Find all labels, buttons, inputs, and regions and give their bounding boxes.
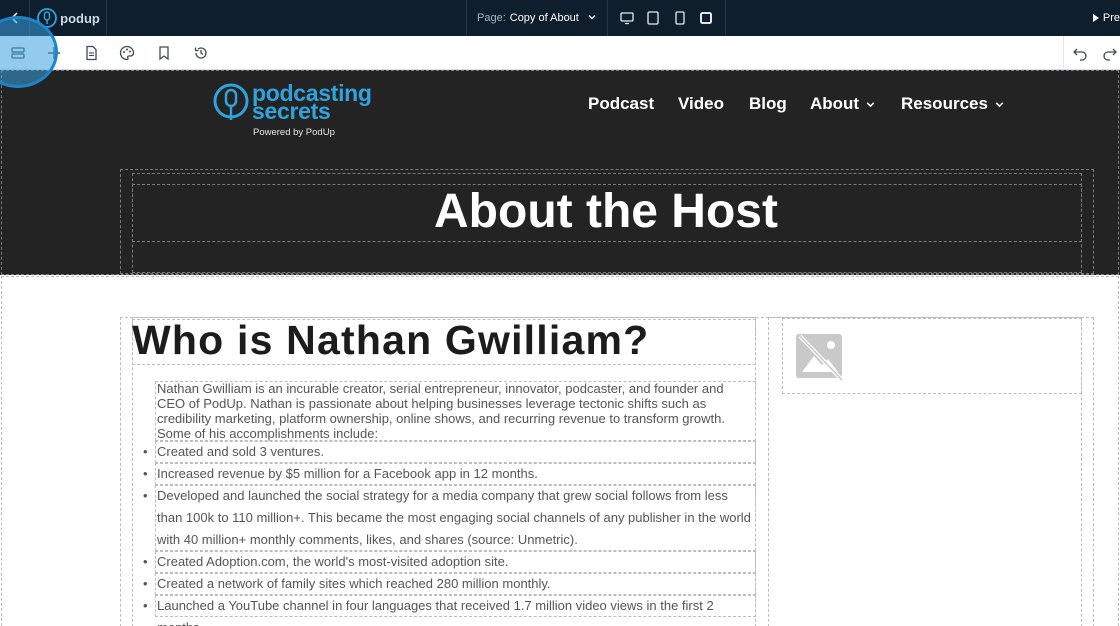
bookmark-icon [159, 46, 169, 61]
chevron-down-icon [995, 102, 1004, 108]
pages-icon [86, 45, 97, 61]
desktop-icon[interactable] [619, 10, 635, 26]
tablet-landscape-icon[interactable] [645, 10, 661, 26]
chevron-down-icon [588, 15, 596, 20]
palette-icon [119, 45, 135, 61]
list-item[interactable]: Increased revenue by $5 million for a Fa… [143, 463, 755, 485]
logo-powered-by: Powered by PodUp [253, 127, 335, 138]
page-selector[interactable]: Page: Copy of About [466, 0, 608, 36]
list-item[interactable]: Created a network of family sites which … [143, 573, 755, 595]
nav-resources[interactable]: Resources [901, 94, 1005, 114]
page-name: Copy of About [509, 12, 579, 24]
undo-icon [1073, 48, 1087, 61]
tablet-icon[interactable] [672, 10, 688, 26]
preview-button[interactable]: Pre [1086, 0, 1120, 36]
podup-wordmark: podup [60, 10, 100, 26]
play-icon [1092, 14, 1099, 22]
hero-title[interactable]: About the Host [132, 182, 1080, 240]
image-placeholder-icon[interactable] [794, 332, 846, 384]
theme-button[interactable] [109, 36, 145, 70]
list-item[interactable]: Developed and launched the social strate… [143, 485, 755, 551]
chevron-down-icon [866, 102, 875, 108]
editor-topbar: podup Page: Copy of About Pre [0, 0, 1120, 36]
hero-section[interactable]: podcasting secrets Powered by PodUp Podc… [0, 70, 1120, 275]
content-heading[interactable]: Who is Nathan Gwilliam? [132, 317, 649, 364]
redo-button[interactable] [1092, 36, 1120, 70]
history-icon [194, 47, 207, 59]
intro-paragraph[interactable]: Nathan Gwilliam is an incurable creator,… [157, 381, 755, 441]
nav-about[interactable]: About [810, 94, 876, 114]
bookmarks-button[interactable] [146, 36, 182, 70]
page-label: Page: [477, 12, 506, 24]
nav-about-label: About [810, 94, 860, 113]
device-switcher [608, 0, 726, 36]
nav-podcast[interactable]: Podcast [588, 94, 654, 114]
editor-toolbar [0, 36, 1120, 70]
nav-blog[interactable]: Blog [749, 94, 787, 114]
site-logo[interactable]: podcasting secrets Powered by PodUp [212, 80, 372, 138]
list-item[interactable]: Created Adoption.com, the world's most-v… [143, 551, 755, 573]
list-item[interactable]: Created and sold 3 ventures. [143, 441, 755, 463]
redo-icon [1103, 48, 1117, 61]
preview-label: Pre [1102, 12, 1120, 24]
nav-video[interactable]: Video [678, 94, 724, 114]
microphone-logo-icon [213, 83, 249, 120]
nav-resources-label: Resources [901, 94, 988, 113]
list-item[interactable]: Launched a YouTube channel in four langu… [143, 595, 755, 626]
history-button[interactable] [183, 36, 219, 70]
pages-button[interactable] [73, 36, 109, 70]
mobile-icon[interactable] [698, 10, 714, 26]
logo-word-2: secrets [252, 98, 331, 124]
page-canvas: podcasting secrets Powered by PodUp Podc… [0, 70, 1120, 626]
